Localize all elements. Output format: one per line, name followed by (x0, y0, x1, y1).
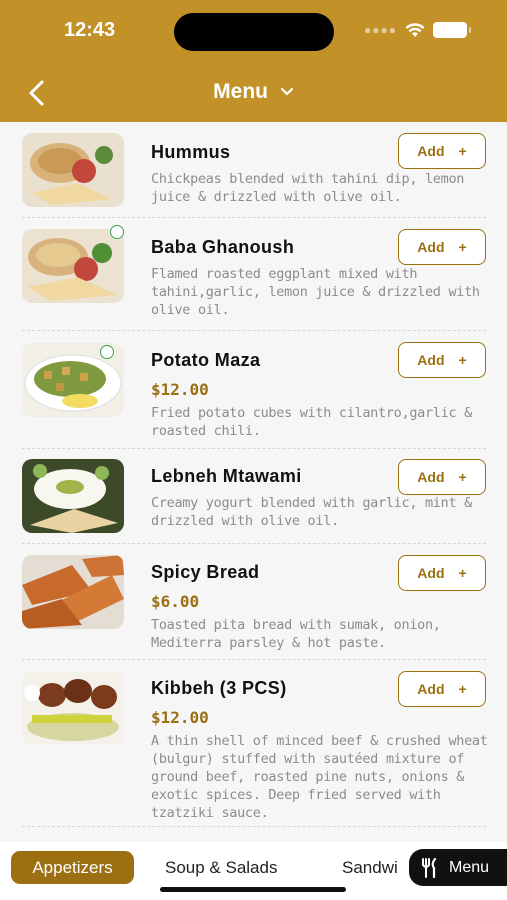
vegetarian-icon (100, 345, 114, 359)
dish-image (22, 229, 124, 303)
item-name: Baba Ghanoush (151, 237, 295, 257)
item-description: Flamed roasted eggplant mixed with tahin… (151, 266, 480, 318)
dynamic-island (174, 13, 334, 51)
category-tab-appetizers[interactable]: Appetizers (11, 851, 134, 884)
add-button[interactable]: Add + (398, 342, 486, 378)
plus-icon: + (458, 469, 467, 485)
item-name: Lebneh Mtawami (151, 466, 302, 486)
item-description: Toasted pita bread with sumak, onion, Me… (151, 617, 441, 651)
utensils-icon (422, 857, 437, 878)
item-name: Hummus (151, 142, 231, 162)
item-name: Kibbeh (3 PCS) (151, 678, 287, 698)
item-description: A thin shell of minced beef & crushed wh… (151, 733, 488, 821)
menu-title-dropdown[interactable]: Menu (0, 80, 507, 104)
chevron-down-icon (280, 88, 293, 96)
divider (22, 448, 486, 449)
plus-icon: + (458, 681, 467, 697)
dish-image (22, 133, 124, 207)
wifi-icon (405, 22, 425, 37)
add-label: Add (417, 143, 445, 159)
divider (22, 659, 486, 660)
plus-icon: + (458, 565, 467, 581)
add-label: Add (417, 352, 445, 368)
dish-image (22, 555, 124, 629)
app-header: 12:43 ●●●● Menu (0, 0, 507, 122)
vegetarian-icon (110, 225, 124, 239)
menu-button[interactable]: Menu (409, 849, 507, 886)
menu-button-label: Menu (449, 858, 490, 876)
home-indicator (160, 887, 346, 892)
plus-icon: + (458, 143, 467, 159)
add-button[interactable]: Add + (398, 459, 486, 495)
item-price: $12.00 (151, 380, 209, 399)
item-name: Potato Maza (151, 350, 261, 370)
add-label: Add (417, 239, 445, 255)
add-button[interactable]: Add + (398, 671, 486, 707)
add-button[interactable]: Add + (398, 133, 486, 169)
dish-image (22, 459, 124, 533)
status-icons: ●●●● (364, 22, 471, 38)
divider (22, 330, 486, 331)
plus-icon: + (458, 352, 467, 368)
plus-icon: + (458, 239, 467, 255)
item-name: Spicy Bread (151, 562, 260, 582)
item-description: Chickpeas blended with tahini dip, lemon… (151, 171, 465, 205)
page-title: Menu (213, 80, 268, 103)
divider (22, 826, 486, 827)
menu-list[interactable]: Hummus Chickpeas blended with tahini dip… (0, 122, 507, 842)
battery-icon (433, 22, 471, 38)
category-tab-soup-salads[interactable]: Soup & Salads (165, 851, 277, 884)
add-label: Add (417, 565, 445, 581)
add-label: Add (417, 681, 445, 697)
signal-icon: ●●●● (364, 23, 397, 37)
add-button[interactable]: Add + (398, 229, 486, 265)
item-price: $12.00 (151, 708, 209, 727)
divider (22, 217, 486, 218)
add-button[interactable]: Add + (398, 555, 486, 591)
item-description: Creamy yogurt blended with garlic, mint … (151, 495, 472, 529)
status-time: 12:43 (64, 19, 116, 41)
add-label: Add (417, 469, 445, 485)
item-description: Fried potato cubes with cilantro,garlic … (151, 405, 472, 439)
category-tab-sandwiches[interactable]: Sandwi (342, 851, 398, 884)
dish-image (22, 671, 124, 745)
divider (22, 543, 486, 544)
item-price: $6.00 (151, 592, 200, 611)
